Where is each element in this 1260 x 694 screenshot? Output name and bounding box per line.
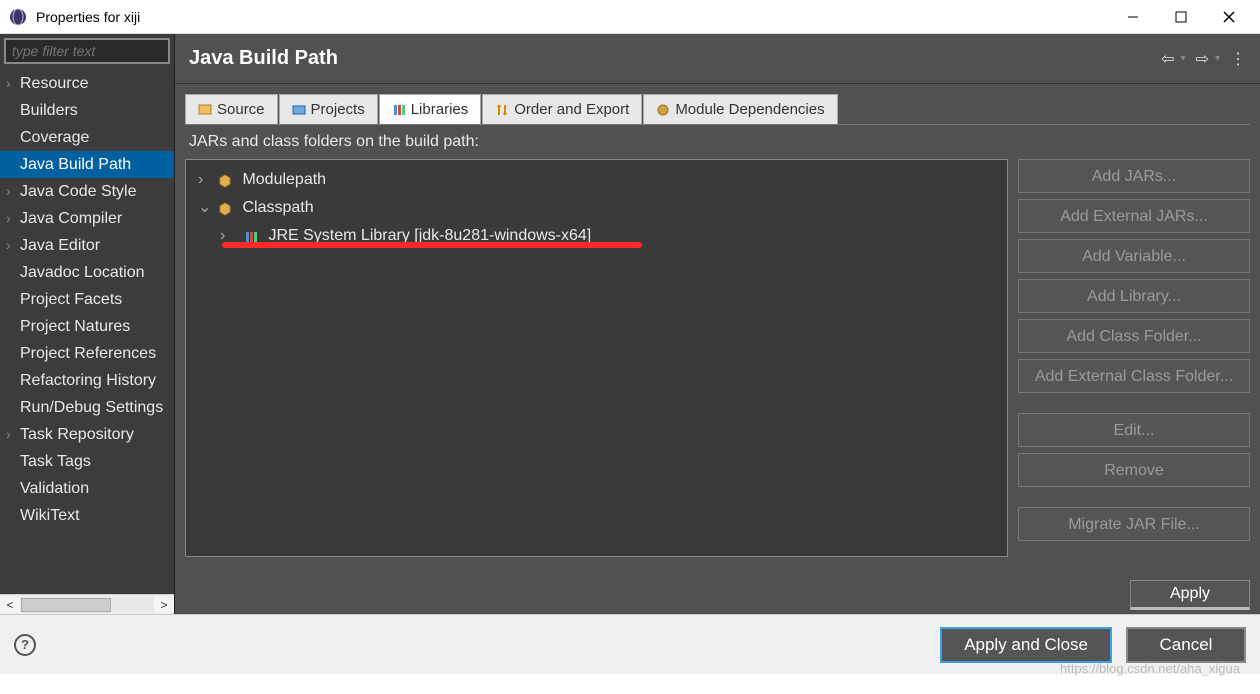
apply-button[interactable]: Apply bbox=[1130, 580, 1250, 610]
sidebar-item-java-build-path[interactable]: Java Build Path bbox=[0, 151, 174, 178]
tree-item-label: Classpath bbox=[242, 199, 313, 216]
add-jars-button[interactable]: Add JARs... bbox=[1018, 159, 1250, 193]
scroll-right-icon[interactable]: > bbox=[154, 598, 174, 612]
sidebar-item-refactoring-history[interactable]: Refactoring History bbox=[0, 367, 174, 394]
libraries-icon bbox=[392, 103, 406, 117]
tab-label: Source bbox=[217, 101, 265, 118]
module-deps-icon bbox=[656, 103, 670, 117]
classpath-icon bbox=[218, 201, 232, 215]
migrate-jar-button[interactable]: Migrate JAR File... bbox=[1018, 507, 1250, 541]
module-icon bbox=[218, 173, 232, 187]
library-icon bbox=[244, 229, 258, 243]
sidebar-item-java-compiler[interactable]: Java Compiler bbox=[0, 205, 174, 232]
add-external-class-folder-button[interactable]: Add External Class Folder... bbox=[1018, 359, 1250, 393]
tree-item-label: Modulepath bbox=[242, 171, 326, 188]
back-icon[interactable]: ⇦ bbox=[1161, 49, 1174, 69]
window-controls bbox=[1110, 2, 1252, 32]
tab-label: Module Dependencies bbox=[675, 101, 824, 118]
menu-icon[interactable]: ⋮ bbox=[1230, 49, 1246, 69]
sidebar-tree: Resource Builders Coverage Java Build Pa… bbox=[0, 68, 174, 594]
back-dropdown-icon[interactable]: ▾ bbox=[1181, 53, 1186, 64]
tree-item-modulepath[interactable]: Modulepath bbox=[194, 166, 999, 194]
tab-label: Order and Export bbox=[514, 101, 629, 118]
titlebar: Properties for xiji bbox=[0, 0, 1260, 34]
sidebar-item-task-tags[interactable]: Task Tags bbox=[0, 448, 174, 475]
page-title: Java Build Path bbox=[189, 47, 338, 70]
tab-order-export[interactable]: Order and Export bbox=[482, 94, 642, 124]
classpath-tree[interactable]: Modulepath Classpath JRE System Library … bbox=[185, 159, 1008, 557]
add-class-folder-button[interactable]: Add Class Folder... bbox=[1018, 319, 1250, 353]
minimize-button[interactable] bbox=[1110, 2, 1156, 32]
source-icon bbox=[198, 103, 212, 117]
tab-description: JARs and class folders on the build path… bbox=[185, 131, 1250, 159]
add-variable-button[interactable]: Add Variable... bbox=[1018, 239, 1250, 273]
red-underline-annotation bbox=[222, 242, 642, 248]
content-header: Java Build Path ⇦ ▾ ⇨ ▾ ⋮ bbox=[175, 34, 1260, 84]
sidebar: Resource Builders Coverage Java Build Pa… bbox=[0, 34, 175, 614]
tab-libraries[interactable]: Libraries bbox=[379, 94, 482, 124]
sidebar-item-resource[interactable]: Resource bbox=[0, 70, 174, 97]
sidebar-item-run-debug-settings[interactable]: Run/Debug Settings bbox=[0, 394, 174, 421]
watermark: https://blog.csdn.net/aha_xigua bbox=[1060, 661, 1240, 676]
apply-and-close-button[interactable]: Apply and Close bbox=[940, 627, 1112, 663]
sidebar-item-builders[interactable]: Builders bbox=[0, 97, 174, 124]
tab-bar: Source Projects Libraries Order and Expo… bbox=[185, 94, 1250, 124]
sidebar-item-wikitext[interactable]: WikiText bbox=[0, 502, 174, 529]
close-button[interactable] bbox=[1206, 2, 1252, 32]
tab-module-deps[interactable]: Module Dependencies bbox=[643, 94, 837, 124]
order-export-icon bbox=[495, 103, 509, 117]
sidebar-item-project-facets[interactable]: Project Facets bbox=[0, 286, 174, 313]
remove-button[interactable]: Remove bbox=[1018, 453, 1250, 487]
tab-projects[interactable]: Projects bbox=[279, 94, 378, 124]
window-title: Properties for xiji bbox=[36, 9, 140, 25]
tab-content: JARs and class folders on the build path… bbox=[185, 124, 1250, 562]
sidebar-item-java-code-style[interactable]: Java Code Style bbox=[0, 178, 174, 205]
sidebar-item-java-editor[interactable]: Java Editor bbox=[0, 232, 174, 259]
add-external-jars-button[interactable]: Add External JARs... bbox=[1018, 199, 1250, 233]
maximize-button[interactable] bbox=[1158, 2, 1204, 32]
edit-button[interactable]: Edit... bbox=[1018, 413, 1250, 447]
tab-source[interactable]: Source bbox=[185, 94, 278, 124]
forward-dropdown-icon[interactable]: ▾ bbox=[1215, 53, 1220, 64]
eclipse-icon bbox=[8, 7, 28, 27]
tab-label: Projects bbox=[311, 101, 365, 118]
sidebar-hscrollbar[interactable]: < > bbox=[0, 594, 174, 614]
sidebar-item-coverage[interactable]: Coverage bbox=[0, 124, 174, 151]
sidebar-item-task-repository[interactable]: Task Repository bbox=[0, 421, 174, 448]
cancel-button[interactable]: Cancel bbox=[1126, 627, 1246, 663]
projects-icon bbox=[292, 103, 306, 117]
content-panel: Java Build Path ⇦ ▾ ⇨ ▾ ⋮ Source Projects bbox=[175, 34, 1260, 614]
forward-icon[interactable]: ⇨ bbox=[1196, 49, 1209, 69]
add-library-button[interactable]: Add Library... bbox=[1018, 279, 1250, 313]
scroll-left-icon[interactable]: < bbox=[0, 598, 20, 612]
button-column: Add JARs... Add External JARs... Add Var… bbox=[1018, 159, 1250, 557]
sidebar-item-project-natures[interactable]: Project Natures bbox=[0, 313, 174, 340]
tree-item-classpath[interactable]: Classpath bbox=[194, 194, 999, 222]
sidebar-item-validation[interactable]: Validation bbox=[0, 475, 174, 502]
filter-input[interactable] bbox=[4, 38, 170, 64]
sidebar-item-project-references[interactable]: Project References bbox=[0, 340, 174, 367]
help-icon[interactable]: ? bbox=[14, 634, 36, 656]
tab-label: Libraries bbox=[411, 101, 469, 118]
header-nav: ⇦ ▾ ⇨ ▾ ⋮ bbox=[1161, 49, 1246, 69]
sidebar-item-javadoc-location[interactable]: Javadoc Location bbox=[0, 259, 174, 286]
